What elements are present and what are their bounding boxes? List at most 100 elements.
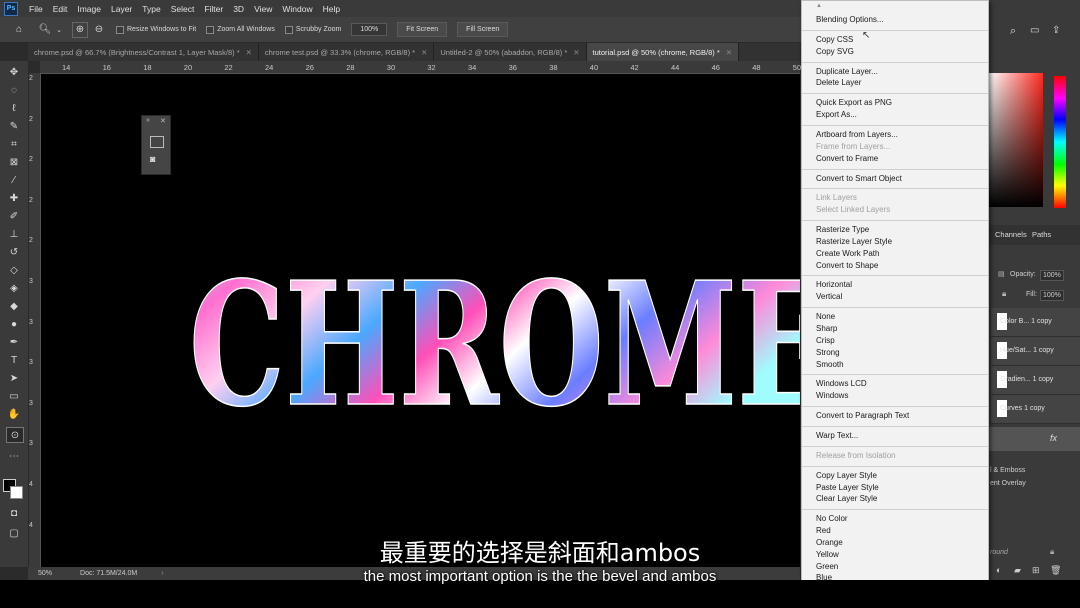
crop-tool-icon[interactable]: ⌗ <box>6 137 22 151</box>
menu-3d[interactable]: 3D <box>228 4 249 14</box>
home-icon[interactable]: ⌂ <box>12 23 26 37</box>
menu-item-vertical[interactable]: Vertical <box>816 292 842 301</box>
eraser-tool-icon[interactable]: ◇ <box>6 263 22 277</box>
lasso-tool-icon[interactable]: ℓ <box>6 101 22 115</box>
effect-gradient-overlay[interactable]: ent Overlay <box>990 480 1026 487</box>
rectangle-tool-icon[interactable]: ▭ <box>6 389 22 403</box>
more-tools-icon[interactable]: ⋯ <box>6 449 22 463</box>
search-icon[interactable]: ⌕ <box>1010 25 1016 38</box>
move-tool-icon[interactable]: ✥ <box>6 65 22 79</box>
menu-item-crisp[interactable]: Crisp <box>816 336 835 345</box>
zoom-out-icon[interactable]: ⊖ <box>92 23 106 37</box>
tab-chrome-test[interactable]: chrome test.psd @ 33.3% (chrome, RGB/8) … <box>259 43 435 61</box>
effect-bevel-emboss[interactable]: l & Emboss <box>990 467 1025 474</box>
menu-filter[interactable]: Filter <box>199 4 228 14</box>
healing-brush-icon[interactable]: ✚ <box>6 191 22 205</box>
marquee-tool-icon[interactable]: ◌ <box>6 83 22 97</box>
path-selection-icon[interactable]: ➤ <box>6 371 22 385</box>
history-brush-icon[interactable]: ↺ <box>6 245 22 259</box>
menu-item-rasterize-layer-style[interactable]: Rasterize Layer Style <box>816 237 892 246</box>
close-icon[interactable]: ✕ <box>573 48 579 57</box>
menu-item-clear-layer-style[interactable]: Clear Layer Style <box>816 494 877 503</box>
menu-item-blending-options[interactable]: Blending Options... <box>816 15 884 24</box>
menu-item-convert-to-shape[interactable]: Convert to Shape <box>816 261 878 270</box>
menu-item-quick-export-as-png[interactable]: Quick Export as PNG <box>816 98 892 107</box>
menu-window[interactable]: Window <box>277 4 317 14</box>
tab-paths[interactable]: Paths <box>1032 230 1051 239</box>
menu-item-copy-svg[interactable]: Copy SVG <box>816 47 854 56</box>
color-picker-field[interactable] <box>989 73 1043 207</box>
lock-icon[interactable]: 🔒︎ <box>1002 289 1006 299</box>
menu-item-copy-layer-style[interactable]: Copy Layer Style <box>816 471 877 480</box>
menu-item-delete-layer[interactable]: Delete Layer <box>816 78 861 87</box>
menu-select[interactable]: Select <box>166 4 200 14</box>
clone-stamp-icon[interactable]: ⊥ <box>6 227 22 241</box>
eyedropper-tool-icon[interactable]: ⁄ <box>6 173 22 187</box>
menu-file[interactable]: File <box>24 4 48 14</box>
menu-item-convert-to-frame[interactable]: Convert to Frame <box>816 154 878 163</box>
menu-type[interactable]: Type <box>137 4 165 14</box>
menu-item-smooth[interactable]: Smooth <box>816 360 844 369</box>
brush-tool-icon[interactable]: ✐ <box>6 209 22 223</box>
zoom-value-field[interactable]: 100% <box>351 23 388 36</box>
panel-image-icon[interactable] <box>150 136 164 148</box>
menu-view[interactable]: View <box>249 4 277 14</box>
close-icon[interactable]: ✕ <box>421 48 427 57</box>
chevron-down-icon[interactable]: ⌄ <box>52 23 66 37</box>
fill-screen-button[interactable]: Fill Screen <box>457 22 509 37</box>
menu-item-paste-layer-style[interactable]: Paste Layer Style <box>816 483 879 492</box>
menu-edit[interactable]: Edit <box>48 4 73 14</box>
menu-item-windows[interactable]: Windows <box>816 391 848 400</box>
menu-item-copy-css[interactable]: Copy CSS <box>816 35 853 44</box>
menu-image[interactable]: Image <box>72 4 106 14</box>
blur-tool-icon[interactable]: ◆ <box>6 299 22 313</box>
hue-slider[interactable] <box>1054 76 1066 208</box>
collapse-icon[interactable]: » <box>146 117 150 124</box>
frame-tool-icon[interactable]: ⊠ <box>6 155 22 169</box>
zoom-tool-icon[interactable]: 🔍︎ <box>38 23 52 37</box>
menu-item-duplicate-layer[interactable]: Duplicate Layer... <box>816 67 878 76</box>
tab-channels[interactable]: Channels <box>995 230 1027 239</box>
zoom-tool-icon[interactable]: ⊙ <box>6 427 24 443</box>
menu-item-warp-text[interactable]: Warp Text... <box>816 431 858 440</box>
resize-windows-checkbox[interactable]: Resize Windows to Fit <box>116 25 196 34</box>
menu-item-windows-lcd[interactable]: Windows LCD <box>816 379 867 388</box>
layer-row[interactable]: Hue/Sat... 1 copy <box>991 337 1080 366</box>
share-icon[interactable]: ⇪ <box>1052 25 1060 36</box>
layer-row-selected[interactable]: fx <box>988 427 1080 451</box>
type-tool-icon[interactable]: T <box>6 353 22 367</box>
paint-bucket-icon[interactable]: ◈ <box>6 281 22 295</box>
menu-item-no-color[interactable]: No Color <box>816 514 848 523</box>
menu-item-export-as[interactable]: Export As... <box>816 110 857 119</box>
menu-item-none[interactable]: None <box>816 312 835 321</box>
menu-item-artboard-from-layers[interactable]: Artboard from Layers... <box>816 130 898 139</box>
scroll-up-arrow-icon[interactable]: ▲ <box>816 3 822 9</box>
opacity-field[interactable]: 100% <box>1040 270 1064 281</box>
menu-item-convert-to-paragraph-text[interactable]: Convert to Paragraph Text <box>816 411 909 420</box>
menu-item-strong[interactable]: Strong <box>816 348 840 357</box>
quick-select-tool-icon[interactable]: ✎ <box>6 119 22 133</box>
menu-item-horizontal[interactable]: Horizontal <box>816 280 852 289</box>
layer-row[interactable]: Curves 1 copy <box>991 395 1080 424</box>
menu-item-create-work-path[interactable]: Create Work Path <box>816 249 879 258</box>
scrubby-zoom-checkbox[interactable]: Scrubby Zoom <box>284 25 341 34</box>
layer-filter-icon[interactable]: ▤ <box>998 270 1005 278</box>
menu-help[interactable]: Help <box>318 4 345 14</box>
pen-tool-icon[interactable]: ✒ <box>6 335 22 349</box>
menu-item-convert-to-smart-object[interactable]: Convert to Smart Object <box>816 174 902 183</box>
layer-row[interactable]: Color B... 1 copy <box>991 308 1080 337</box>
panel-properties-icon[interactable]: ◙ <box>150 154 155 164</box>
quick-mask-icon[interactable]: ◘ <box>6 506 22 520</box>
close-icon[interactable]: ✕ <box>246 48 252 57</box>
hand-tool-icon[interactable]: ✋ <box>6 407 22 421</box>
workspace-icon[interactable]: ▭ <box>1030 25 1039 36</box>
tab-chrome-psd[interactable]: chrome.psd @ 66.7% (Brightness/Contrast … <box>28 43 259 61</box>
menu-item-rasterize-type[interactable]: Rasterize Type <box>816 225 869 234</box>
layer-row[interactable]: Gradien... 1 copy <box>991 366 1080 395</box>
zoom-all-windows-checkbox[interactable]: Zoom All Windows <box>206 25 275 34</box>
fit-screen-button[interactable]: Fit Screen <box>397 22 448 37</box>
menu-item-sharp[interactable]: Sharp <box>816 324 837 333</box>
close-icon[interactable]: ✕ <box>160 117 166 125</box>
background-color-swatch[interactable] <box>10 486 23 499</box>
close-icon[interactable]: ✕ <box>726 48 732 57</box>
